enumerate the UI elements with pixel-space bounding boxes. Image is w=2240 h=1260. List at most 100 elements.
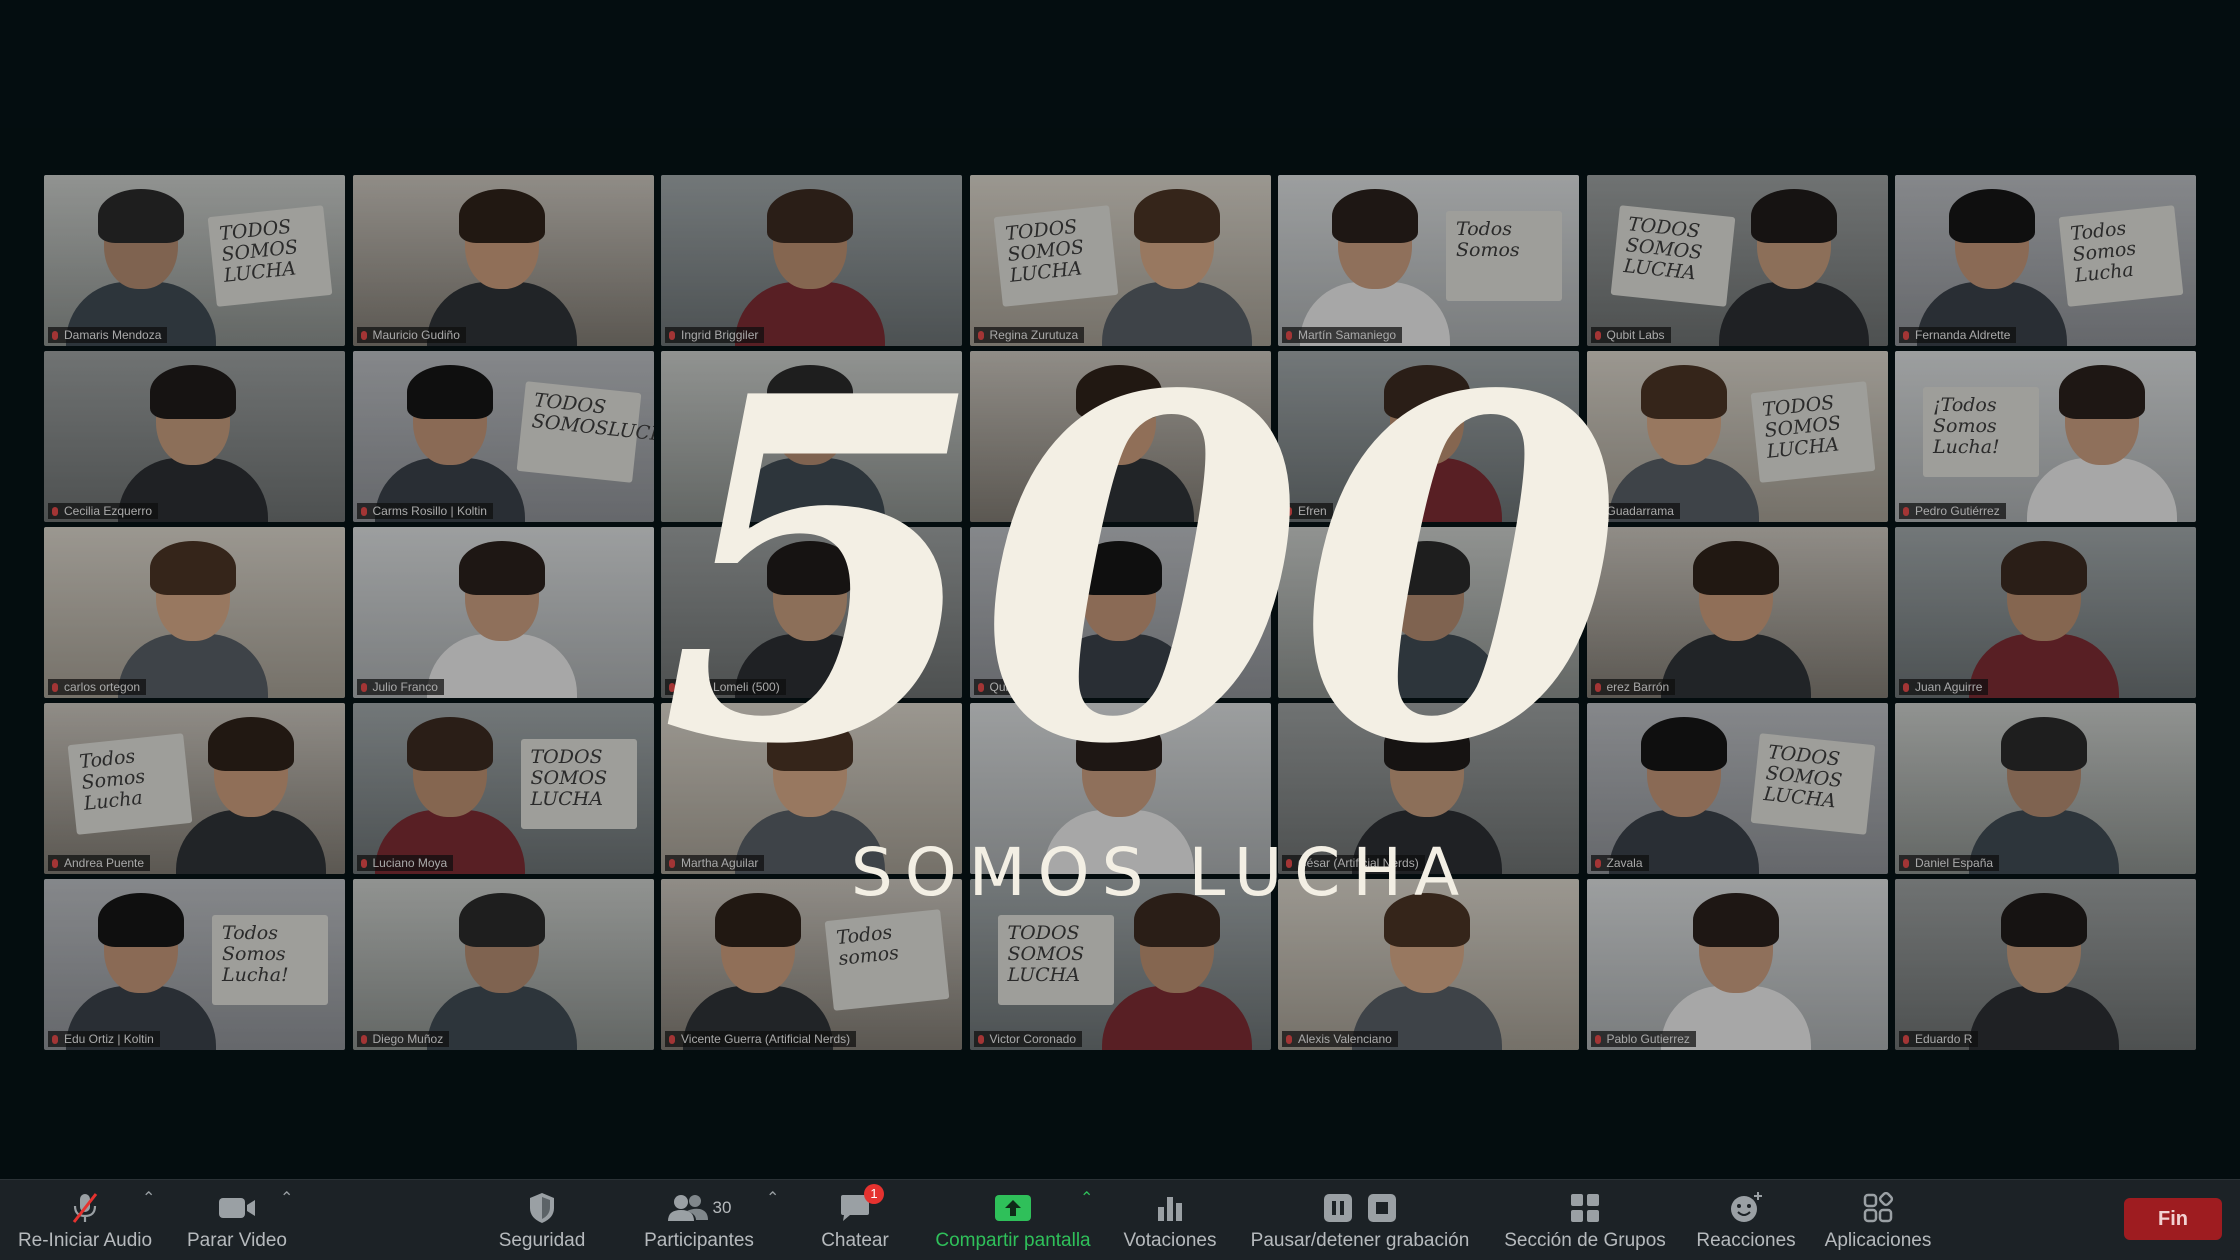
polls-button[interactable]: Votaciones <box>1120 1180 1220 1260</box>
bar-chart-icon <box>1155 1188 1185 1228</box>
participant-hair <box>767 717 853 771</box>
video-tile[interactable]: TODOS SOMOS LUCHA Regina Zurutuza <box>969 175 1271 346</box>
video-tile[interactable]: Todos Somos Lucha Andrea Puente <box>44 703 345 874</box>
security-button[interactable]: Seguridad <box>490 1180 594 1260</box>
muted-mic-icon <box>52 1035 58 1044</box>
muted-mic-icon <box>1286 507 1292 516</box>
video-tile[interactable] <box>969 351 1271 522</box>
muted-mic-icon <box>1286 859 1292 868</box>
participant-name: Juan Aguirre <box>1899 679 1989 695</box>
handwritten-sign: Todos Somos Lucha! <box>212 915 328 1005</box>
muted-microphone-icon <box>69 1188 101 1228</box>
participant-name: Ingrid Briggiler <box>665 327 765 343</box>
video-tile[interactable]: Martha Aguilar <box>661 703 962 874</box>
handwritten-sign: TODOS SOMOS LUCHA <box>1610 205 1735 307</box>
handwritten-sign: Todos somos <box>824 909 950 1011</box>
breakout-rooms-button[interactable]: Sección de Grupos <box>1500 1180 1670 1260</box>
unmute-audio-button[interactable]: Re-Iniciar Audio <box>14 1180 156 1260</box>
participant-name: Cecilia Ezquerro <box>48 503 159 519</box>
participants-button[interactable]: 30 Participantes <box>636 1180 762 1260</box>
chat-button[interactable]: 1 Chatear <box>810 1180 900 1260</box>
share-options-chevron-icon[interactable]: ⌃ <box>1080 1188 1093 1208</box>
participant-name: Alexis Valenciano <box>1282 1031 1398 1047</box>
video-tile[interactable]: Diego Muñoz <box>352 879 654 1050</box>
video-tile[interactable]: Julio Franco <box>352 527 654 698</box>
video-tile[interactable]: Ingrid Briggiler <box>661 175 962 346</box>
video-tile[interactable]: TODOS SOMOS LUCHA Qubit Labs <box>1586 175 1888 346</box>
reactions-button[interactable]: Reacciones <box>1692 1180 1800 1260</box>
participant-hair <box>98 893 184 947</box>
end-meeting-button[interactable]: Fin <box>2124 1198 2222 1240</box>
video-tile[interactable] <box>1278 527 1579 698</box>
participant-hair <box>767 365 853 419</box>
video-tile[interactable]: Daniel España <box>1895 703 2196 874</box>
video-tile[interactable]: TODOS SOMOS LUCHA Guadarrama <box>1586 351 1888 522</box>
video-gallery: TODOS SOMOS LUCHA Damaris Mendoza Mauricio… <box>44 175 2196 1053</box>
muted-mic-icon <box>1286 331 1292 340</box>
video-tile[interactable]: TODOS SOMOS LUCHA Damaris Mendoza <box>44 175 345 346</box>
video-tile[interactable]: carlos ortegon <box>44 527 345 698</box>
pause-stop-recording-button[interactable]: Pausar/detener grabación <box>1246 1180 1474 1260</box>
video-camera-icon <box>217 1188 257 1228</box>
handwritten-sign: Todos Somos Lucha <box>2058 205 2184 307</box>
participant-hair <box>1133 189 1220 243</box>
participant-name: Carms Rosillo | Koltin <box>356 503 493 519</box>
video-tile[interactable]: Quiroz <box>969 527 1271 698</box>
video-tile[interactable]: ¡Todos Somos Lucha! Pedro Gutiérrez <box>1895 351 2196 522</box>
video-options-chevron-icon[interactable]: ⌃ <box>280 1188 293 1208</box>
participant-hair <box>1075 541 1162 595</box>
participants-options-chevron-icon[interactable]: ⌃ <box>766 1188 779 1208</box>
handwritten-sign: TODOS SOMOS LUCHA <box>997 915 1114 1005</box>
participant-name: Damaris Mendoza <box>48 327 168 343</box>
video-tile[interactable]: Mauricio Gudiño <box>352 175 654 346</box>
participant-name: Efren <box>1282 503 1333 519</box>
muted-mic-icon <box>52 859 58 868</box>
video-tile[interactable]: TODOS SOMOS LUCHA Luciano Moya <box>352 703 654 874</box>
video-tile[interactable]: TODOS SOMOS LUCHA Zavala <box>1586 703 1888 874</box>
video-tile[interactable]: Juan Aguirre <box>1895 527 2196 698</box>
participant-hair <box>2001 541 2087 595</box>
video-tile[interactable]: TODOS SOMOSLUCHA Carms Rosillo | Koltin <box>352 351 654 522</box>
video-tile[interactable]: Todos somos Vicente Guerra (Artificial Ne… <box>661 879 962 1050</box>
video-tile[interactable]: erez Barrón <box>1586 527 1888 698</box>
video-tile[interactable]: Todos Somos Martín Samaniego <box>1278 175 1579 346</box>
participant-name: Quiroz <box>973 679 1031 695</box>
video-tile[interactable]: Rene Lomeli (500) <box>661 527 962 698</box>
participant-hair <box>208 717 294 771</box>
meeting-toolbar: Re-Iniciar Audio ⌃ Parar Video ⌃ Segurid… <box>0 1179 2240 1260</box>
shield-icon <box>527 1188 557 1228</box>
video-tile[interactable]: Todos Somos Lucha! Edu Ortiz | Koltin <box>44 879 345 1050</box>
video-tile[interactable] <box>661 351 962 522</box>
participant-hair <box>2001 893 2087 947</box>
muted-mic-icon <box>669 331 675 340</box>
participant-name: erez Barrón <box>1590 679 1676 695</box>
video-tile[interactable]: Cecilia Ezquerro <box>44 351 345 522</box>
stop-icon <box>1368 1194 1396 1222</box>
video-tile[interactable]: Todos Somos Lucha Fernanda Aldrette <box>1895 175 2196 346</box>
video-tile[interactable]: Alexis Valenciano <box>1278 879 1579 1050</box>
audio-options-chevron-icon[interactable]: ⌃ <box>142 1188 155 1208</box>
participant-hair <box>1133 893 1220 947</box>
apps-button[interactable]: Aplicaciones <box>1818 1180 1938 1260</box>
stop-video-button[interactable]: Parar Video <box>182 1180 292 1260</box>
participant-hair <box>458 893 545 947</box>
video-tile[interactable]: Efren <box>1278 351 1579 522</box>
muted-mic-icon <box>360 683 367 692</box>
participant-hair <box>1949 189 2035 243</box>
share-screen-button[interactable]: Compartir pantalla <box>926 1180 1100 1260</box>
video-tile[interactable] <box>969 703 1271 874</box>
participant-hair <box>1640 717 1727 771</box>
video-tile[interactable]: Eduardo R <box>1895 879 2196 1050</box>
participant-hair <box>458 189 545 243</box>
grid-icon <box>1569 1188 1601 1228</box>
participant-hair <box>1332 189 1418 243</box>
participant-hair <box>1384 541 1470 595</box>
participant-name: Eduardo R <box>1899 1031 1979 1047</box>
handwritten-sign: TODOS SOMOSLUCHA <box>516 381 654 483</box>
participant-name: Qubit Labs <box>1590 327 1671 343</box>
video-tile[interactable]: César (Artificial Nerds) <box>1278 703 1579 874</box>
participant-name: Victor Coronado <box>973 1031 1082 1047</box>
video-tile[interactable]: Pablo Gutierrez <box>1586 879 1888 1050</box>
video-tile[interactable]: TODOS SOMOS LUCHA Victor Coronado <box>969 879 1271 1050</box>
pause-stop-icons <box>1323 1188 1397 1228</box>
